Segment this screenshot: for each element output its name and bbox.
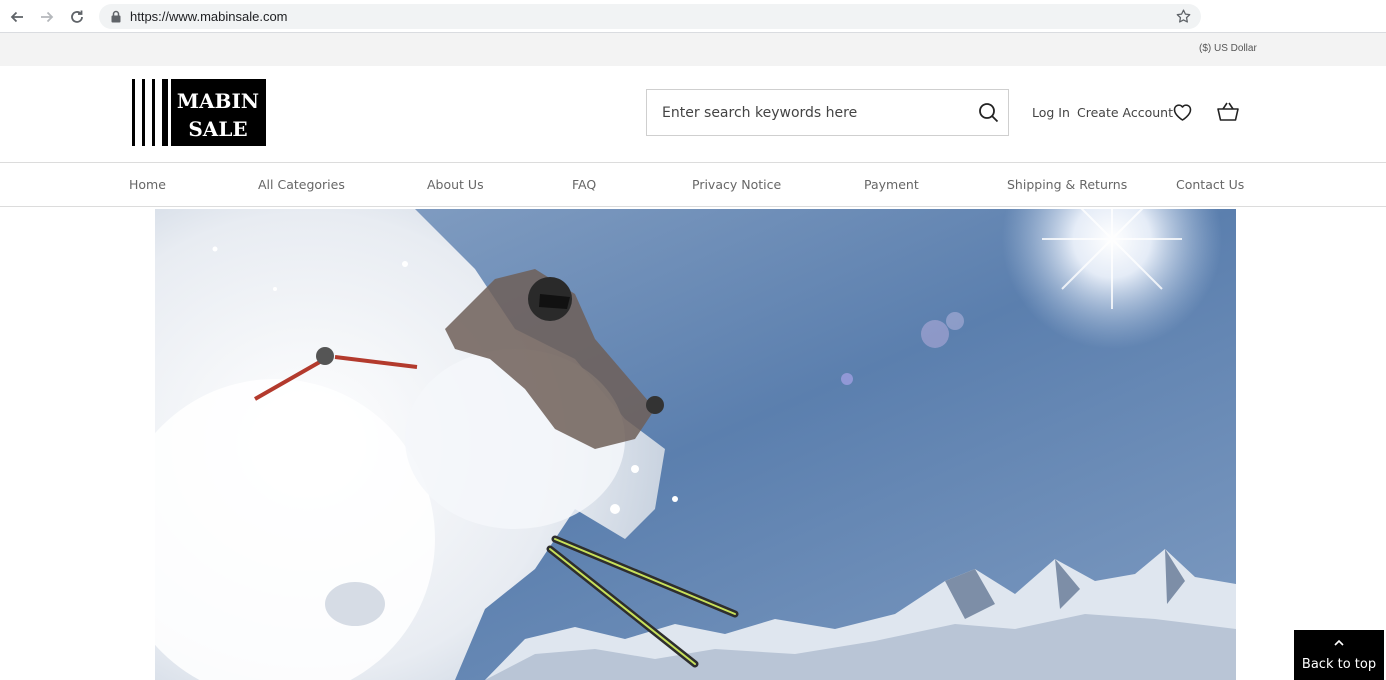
nav-item-about-us[interactable]: About Us — [427, 177, 484, 192]
search-form — [646, 89, 1009, 136]
url-text: https://www.mabinsale.com — [130, 9, 288, 24]
arrow-right-icon — [41, 11, 54, 23]
main-nav: Home All Categories About Us FAQ Privacy… — [0, 163, 1386, 207]
nav-item-shipping-returns[interactable]: Shipping & Returns — [1007, 177, 1127, 192]
back-to-top-button[interactable]: Back to top — [1294, 630, 1384, 680]
forward-button[interactable] — [34, 4, 60, 30]
address-bar[interactable]: https://www.mabinsale.com — [99, 4, 1201, 29]
hero-banner[interactable] — [155, 209, 1236, 680]
nav-item-contact-us[interactable]: Contact Us — [1176, 177, 1244, 192]
back-to-top-label: Back to top — [1301, 657, 1377, 672]
chevron-up-icon — [1334, 639, 1344, 646]
reload-icon — [71, 10, 83, 23]
nav-item-payment[interactable]: Payment — [864, 177, 919, 192]
currency-selector[interactable]: ($) US Dollar — [1199, 43, 1257, 54]
site-logo[interactable]: MABIN SALE — [132, 79, 266, 146]
heart-icon[interactable] — [1172, 102, 1193, 122]
nav-item-all-categories[interactable]: All Categories — [258, 177, 345, 192]
reload-button[interactable] — [64, 4, 90, 30]
nav-item-faq[interactable]: FAQ — [572, 177, 596, 192]
site-header: MABIN SALE Log In Create Account — [0, 66, 1386, 163]
logo-line-2: SALE — [188, 117, 247, 141]
lock-icon — [111, 10, 121, 23]
arrow-left-icon — [10, 11, 23, 23]
hero-image — [155, 209, 1236, 680]
nav-item-privacy-notice[interactable]: Privacy Notice — [692, 177, 781, 192]
top-utility-bar: ($) US Dollar — [0, 33, 1386, 66]
nav-item-home[interactable]: Home — [129, 177, 166, 192]
browser-toolbar: https://www.mabinsale.com — [0, 0, 1386, 33]
star-icon[interactable] — [1175, 8, 1192, 25]
basket-icon[interactable] — [1217, 102, 1239, 122]
logo-line-1: MABIN — [177, 89, 259, 113]
back-button[interactable] — [4, 4, 30, 30]
search-input[interactable] — [647, 90, 967, 135]
search-icon[interactable] — [978, 102, 999, 123]
login-link[interactable]: Log In — [1032, 105, 1070, 120]
create-account-link[interactable]: Create Account — [1077, 105, 1173, 120]
